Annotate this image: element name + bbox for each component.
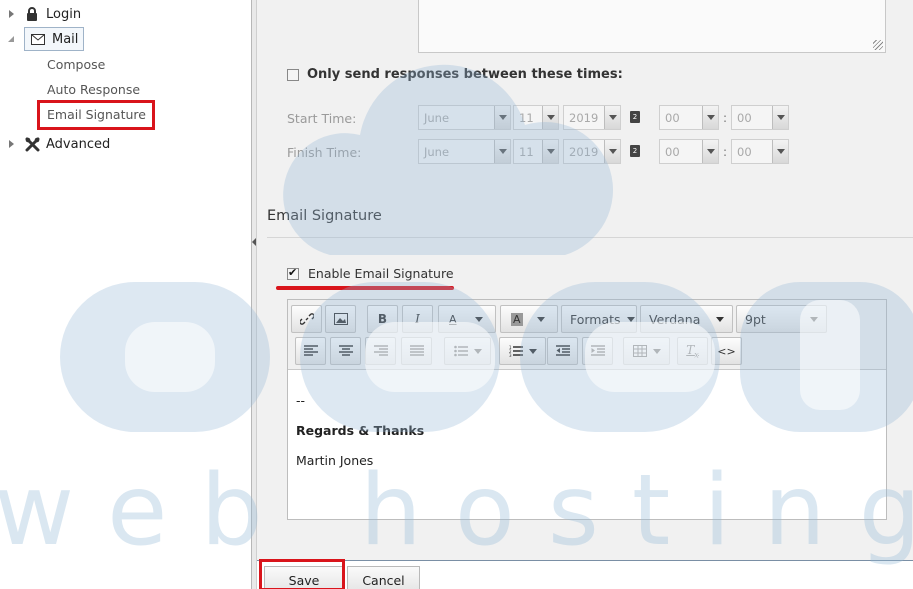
cancel-button[interactable]: Cancel bbox=[347, 566, 420, 589]
finish-hour-select[interactable]: 00 bbox=[659, 139, 719, 164]
finish-month-select[interactable]: June bbox=[418, 139, 511, 164]
indent-icon[interactable] bbox=[582, 337, 613, 365]
highlight-underline bbox=[276, 286, 454, 290]
italic-icon[interactable]: I bbox=[402, 305, 433, 333]
editor-content[interactable]: -- Regards & Thanks Martin Jones bbox=[296, 386, 424, 476]
bullet-list-icon[interactable] bbox=[444, 337, 491, 365]
start-hour-select[interactable]: 00 bbox=[659, 105, 719, 130]
highlight-box bbox=[259, 559, 345, 589]
align-center-icon[interactable] bbox=[330, 337, 361, 365]
auto-response-textarea[interactable] bbox=[418, 0, 886, 53]
chevron-down-icon[interactable] bbox=[494, 106, 510, 129]
signature-line: Martin Jones bbox=[296, 453, 374, 468]
action-bar: Save Cancel bbox=[257, 560, 913, 589]
outdent-icon[interactable] bbox=[547, 337, 578, 365]
signature-editor[interactable]: B I A A Formats Verdana 9pt 1 2 3 Tx <> … bbox=[287, 299, 887, 520]
section-title: Email Signature bbox=[267, 208, 382, 224]
sidebar-item-login[interactable]: Login bbox=[9, 3, 81, 25]
only-send-checkbox[interactable] bbox=[287, 68, 299, 81]
start-time-label: Start Time: bbox=[287, 111, 357, 126]
sidebar: Login Mail Compose Auto Response Email S… bbox=[0, 0, 251, 589]
svg-text:3: 3 bbox=[509, 353, 512, 357]
editor-toolbar: B I A A Formats Verdana 9pt 1 2 3 Tx <> bbox=[288, 300, 886, 370]
collapse-arrow-icon[interactable] bbox=[8, 36, 14, 42]
envelope-icon bbox=[30, 31, 46, 47]
chevron-down-icon[interactable] bbox=[494, 140, 510, 163]
sidebar-item-label: Advanced bbox=[46, 136, 111, 152]
finish-year-select[interactable]: 2019 bbox=[563, 139, 621, 164]
font-size-dropdown[interactable]: 9pt bbox=[736, 305, 827, 333]
finish-minute-select[interactable]: 00 bbox=[731, 139, 789, 164]
lock-icon bbox=[24, 6, 40, 22]
signature-line: Regards & Thanks bbox=[296, 423, 425, 438]
expand-arrow-icon[interactable] bbox=[9, 140, 14, 148]
chevron-down-icon[interactable] bbox=[604, 140, 620, 163]
collapse-panel-icon[interactable] bbox=[252, 238, 256, 246]
font-family-dropdown[interactable]: Verdana bbox=[640, 305, 733, 333]
text-color-icon[interactable]: A bbox=[438, 305, 496, 333]
chevron-down-icon[interactable] bbox=[772, 106, 788, 129]
sidebar-item-mail[interactable]: Mail bbox=[8, 27, 85, 51]
start-day-select[interactable]: 11 bbox=[513, 105, 559, 130]
chevron-down-icon[interactable] bbox=[772, 140, 788, 163]
highlight-box bbox=[37, 100, 155, 130]
chevron-down-icon bbox=[810, 316, 818, 322]
source-code-icon[interactable]: <> bbox=[711, 337, 742, 365]
align-justify-icon[interactable] bbox=[401, 337, 432, 365]
sidebar-item-label: Login bbox=[46, 6, 82, 22]
table-icon[interactable] bbox=[623, 337, 670, 365]
image-icon[interactable] bbox=[325, 305, 356, 333]
resize-grip-icon[interactable] bbox=[873, 40, 883, 50]
sidebar-item-compose[interactable]: Compose bbox=[47, 57, 105, 72]
align-right-icon[interactable] bbox=[365, 337, 396, 365]
finish-day-select[interactable]: 11 bbox=[513, 139, 559, 164]
chevron-down-icon bbox=[626, 316, 635, 322]
time-separator: : bbox=[723, 145, 728, 159]
formats-dropdown[interactable]: Formats bbox=[561, 305, 637, 333]
sidebar-item-advanced[interactable]: Advanced bbox=[9, 133, 110, 155]
main-panel: Only send responses between these times:… bbox=[257, 0, 913, 560]
chevron-down-icon[interactable] bbox=[542, 140, 558, 163]
clear-formatting-icon[interactable]: Tx bbox=[677, 337, 708, 365]
enable-signature-label[interactable]: Enable Email Signature bbox=[308, 266, 454, 281]
calendar-icon[interactable]: 2 bbox=[630, 145, 640, 157]
numbered-list-icon[interactable]: 123 bbox=[499, 337, 546, 365]
finish-time-label: Finish Time: bbox=[287, 145, 362, 160]
chevron-down-icon bbox=[716, 316, 724, 322]
bold-icon[interactable]: B bbox=[367, 305, 398, 333]
divider bbox=[267, 237, 913, 238]
only-send-label: Only send responses between these times: bbox=[307, 67, 623, 82]
start-year-select[interactable]: 2019 bbox=[563, 105, 621, 130]
chevron-down-icon[interactable] bbox=[702, 140, 718, 163]
sidebar-item-auto-response[interactable]: Auto Response bbox=[47, 82, 140, 97]
link-icon[interactable] bbox=[291, 305, 322, 333]
tools-icon bbox=[24, 136, 40, 152]
background-color-icon[interactable]: A bbox=[500, 305, 558, 333]
chevron-down-icon[interactable] bbox=[542, 106, 558, 129]
start-minute-select[interactable]: 00 bbox=[731, 105, 789, 130]
time-separator: : bbox=[723, 111, 728, 125]
chevron-down-icon[interactable] bbox=[604, 106, 620, 129]
start-month-select[interactable]: June bbox=[418, 105, 511, 130]
expand-arrow-icon[interactable] bbox=[9, 10, 14, 18]
signature-line: -- bbox=[296, 393, 306, 408]
sidebar-item-label: Mail bbox=[52, 31, 79, 47]
chevron-down-icon[interactable] bbox=[702, 106, 718, 129]
only-send-row: Only send responses between these times: bbox=[287, 67, 623, 82]
enable-signature-checkbox[interactable] bbox=[287, 266, 299, 280]
calendar-icon[interactable]: 2 bbox=[630, 111, 640, 123]
mail-node[interactable]: Mail bbox=[24, 27, 85, 51]
align-left-icon[interactable] bbox=[295, 337, 326, 365]
enable-signature-row[interactable]: Enable Email Signature bbox=[287, 266, 454, 281]
